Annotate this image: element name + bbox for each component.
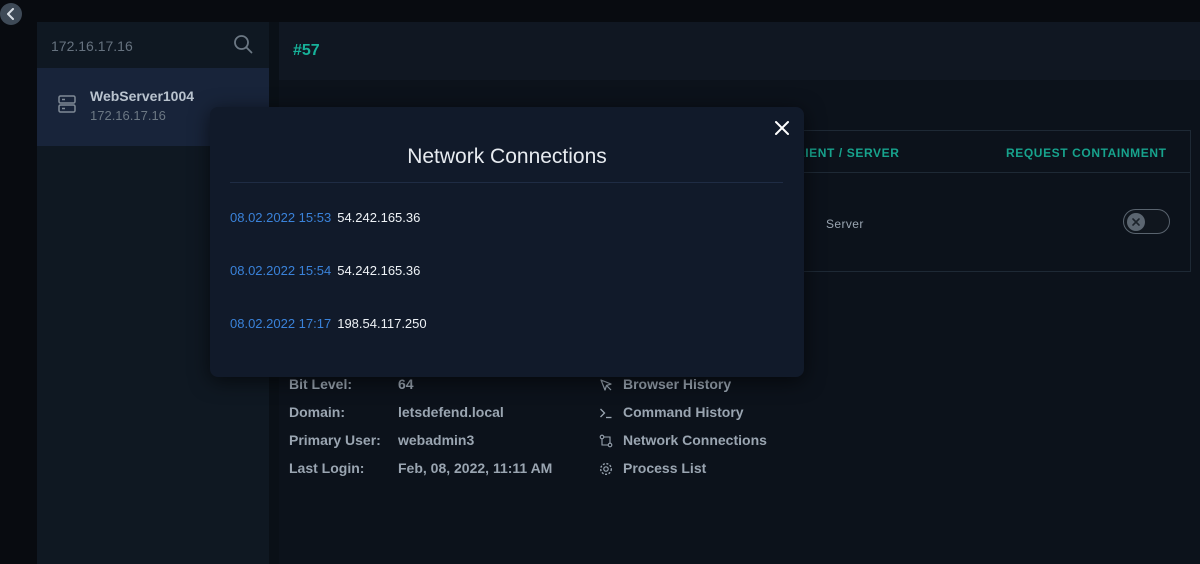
modal-title: Network Connections [407, 145, 607, 168]
link-label: Network Connections [623, 432, 767, 448]
detail-value: letsdefend.local [398, 404, 504, 420]
connection-ip: 54.242.165.36 [337, 263, 421, 278]
host-ip: 172.16.17.16 [90, 108, 166, 123]
server-icon [58, 95, 76, 113]
link-label: Browser History [623, 376, 732, 392]
close-icon[interactable] [773, 119, 791, 137]
link-label: Process List [623, 460, 707, 476]
detail-row: Domain: letsdefend.local [289, 404, 589, 424]
detail-value: Feb, 08, 2022, 11:11 AM [398, 460, 553, 476]
close-icon [1132, 218, 1140, 226]
command-history-link[interactable]: Command History [599, 404, 799, 424]
connection-row: 08.02.2022 15:54 54.242.165.36 [230, 263, 420, 278]
detail-label: Bit Level: [289, 376, 353, 392]
top-bar [0, 0, 1200, 22]
connection-time: 08.02.2022 15:53 [230, 210, 332, 225]
page-title: #57 [293, 42, 320, 59]
terminal-icon [600, 408, 612, 419]
detail-label: Primary User: [289, 432, 381, 448]
network-icon [599, 434, 613, 448]
search-input[interactable]: 172.16.17.16 [51, 38, 133, 54]
column-request-containment: REQUEST CONTAINMENT [1006, 146, 1167, 160]
connection-row: 08.02.2022 15:53 54.242.165.36 [230, 210, 420, 225]
detail-row: Primary User: webadmin3 [289, 432, 589, 452]
main-header: #57 [279, 22, 1200, 80]
detail-row: Bit Level: 64 [289, 376, 589, 396]
table-header: CLIENT / SERVER REQUEST CONTAINMENT [780, 131, 1190, 173]
cursor-icon [600, 379, 612, 391]
host-name: WebServer1004 [90, 88, 195, 104]
browser-history-link[interactable]: Browser History [599, 376, 799, 396]
connection-ip: 54.242.165.36 [337, 210, 421, 225]
connection-time: 08.02.2022 15:54 [230, 263, 332, 278]
process-list-link[interactable]: Process List [599, 460, 799, 480]
detail-row: Last Login: Feb, 08, 2022, 11:11 AM [289, 460, 589, 480]
connection-ip: 198.54.117.250 [337, 316, 427, 331]
network-connections-link[interactable]: Network Connections [599, 432, 799, 452]
chevron-left-icon [7, 8, 14, 20]
network-connections-modal: Network Connections 08.02.2022 15:53 54.2… [210, 107, 804, 377]
detail-value: 64 [398, 376, 414, 392]
back-button[interactable] [0, 3, 22, 25]
detail-value: webadmin3 [398, 432, 475, 448]
connection-time: 08.02.2022 17:17 [230, 316, 332, 331]
host-table: CLIENT / SERVER REQUEST CONTAINMENT Serv… [779, 130, 1191, 272]
link-label: Command History [623, 404, 744, 420]
column-client-server: CLIENT / SERVER [788, 146, 900, 160]
connection-row: 08.02.2022 17:17 198.54.117.250 [230, 316, 427, 331]
modal-divider [230, 182, 783, 183]
search-bar[interactable]: 172.16.17.16 [37, 22, 269, 68]
toggle-knob [1127, 213, 1145, 231]
detail-label: Last Login: [289, 460, 365, 476]
gear-icon [599, 462, 613, 476]
client-server-value: Server [826, 217, 864, 231]
left-rail [0, 0, 37, 564]
detail-label: Domain: [289, 404, 345, 420]
search-icon[interactable] [233, 34, 253, 54]
containment-toggle[interactable] [1123, 209, 1170, 234]
